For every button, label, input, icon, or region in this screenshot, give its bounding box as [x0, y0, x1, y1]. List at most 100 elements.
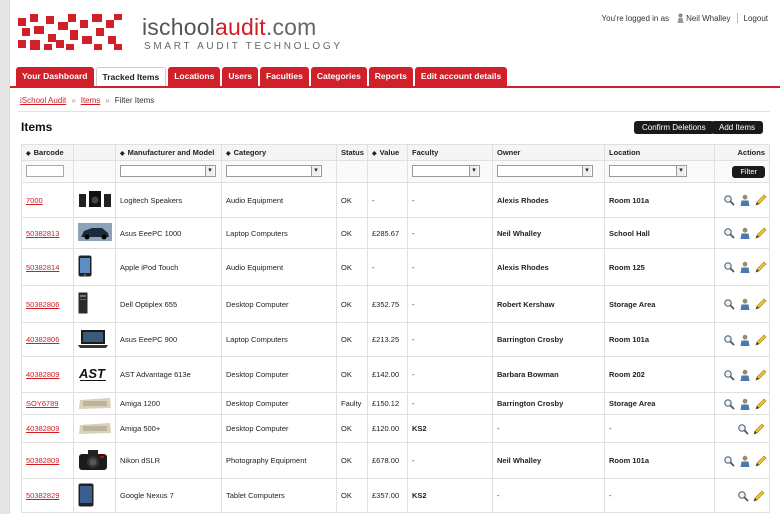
barcode-cell: 40382806: [21, 322, 74, 357]
barcode-link[interactable]: 50382806: [26, 300, 59, 309]
view-icon[interactable]: [723, 455, 735, 467]
owner-filter-select[interactable]: [497, 164, 593, 177]
barcode-link[interactable]: 50382809: [26, 456, 59, 465]
faculty-filter-select[interactable]: [412, 164, 480, 177]
logout-link[interactable]: Logout: [744, 14, 768, 23]
view-icon[interactable]: [737, 423, 749, 435]
view-icon[interactable]: [737, 490, 749, 502]
col-location-header: Location: [604, 144, 715, 161]
view-icon[interactable]: [723, 261, 735, 273]
barcode-filter-input[interactable]: [26, 164, 64, 177]
manufacturer-filter-select[interactable]: [120, 164, 216, 177]
tab-your-dashboard[interactable]: Your Dashboard: [16, 67, 94, 86]
col-manufacturer-header[interactable]: ◆ Manufacturer and Model: [115, 144, 222, 161]
actions-cell: [714, 285, 770, 323]
status-cell: OK: [336, 414, 368, 443]
tab-categories[interactable]: Categories: [310, 67, 367, 86]
edit-icon[interactable]: [753, 423, 765, 435]
filter-cell: [407, 160, 493, 183]
thumbnail-cell: [73, 392, 116, 415]
table-row: 50382806 Dell Optiplex 655 Desktop Compute…: [21, 285, 770, 323]
user-icon: [677, 13, 684, 23]
tab-tracked-items[interactable]: Tracked Items: [95, 67, 167, 87]
thumbnail-cell: [73, 442, 116, 479]
assign-user-icon[interactable]: [739, 194, 751, 206]
barcode-link[interactable]: 40382809: [26, 424, 59, 433]
assign-user-icon[interactable]: [739, 261, 751, 273]
edit-icon[interactable]: [755, 261, 767, 273]
tab-reports[interactable]: Reports: [368, 67, 413, 86]
category-cell: Audio Equipment: [221, 248, 337, 286]
tab-faculties[interactable]: Faculties: [260, 67, 309, 86]
location-filter-select[interactable]: [609, 164, 687, 177]
faculty-cell: -: [407, 285, 493, 323]
view-icon[interactable]: [723, 398, 735, 410]
item-thumbnail: [78, 449, 108, 473]
barcode-link[interactable]: 50382829: [26, 491, 59, 500]
assign-user-icon[interactable]: [739, 298, 751, 310]
assign-user-icon[interactable]: [739, 369, 751, 381]
barcode-link[interactable]: 50382814: [26, 263, 59, 272]
barcode-link[interactable]: 7000: [26, 196, 43, 205]
add-items-button[interactable]: Add Items: [711, 121, 764, 134]
brand-domain: .com: [265, 14, 317, 40]
tab-locations[interactable]: Locations: [168, 67, 221, 86]
owner-cell: Alexis Rhodes: [492, 182, 605, 218]
view-icon[interactable]: [723, 298, 735, 310]
breadcrumb-items-link[interactable]: Items: [81, 96, 101, 105]
edit-icon[interactable]: [755, 227, 767, 239]
filter-cell: [367, 160, 408, 183]
barcode-cell: 50382814: [21, 248, 74, 286]
barcode-link[interactable]: 40382806: [26, 335, 59, 344]
edit-icon[interactable]: [755, 369, 767, 381]
edit-icon[interactable]: [755, 194, 767, 206]
logo-icon: [18, 14, 122, 50]
item-thumbnail: AST: [78, 366, 108, 385]
actions-cell: [714, 478, 770, 513]
col-faculty-header: Faculty: [407, 144, 493, 161]
edit-icon[interactable]: [753, 490, 765, 502]
barcode-link[interactable]: 50382813: [26, 229, 59, 238]
col-value-header[interactable]: ◆ Value: [367, 144, 408, 161]
edit-icon[interactable]: [755, 398, 767, 410]
col-thumbnail-header: [73, 144, 116, 161]
barcode-link[interactable]: 40382809: [26, 370, 59, 379]
assign-user-icon[interactable]: [739, 227, 751, 239]
location-cell: Room 101a: [604, 442, 715, 479]
filter-button[interactable]: Filter: [732, 165, 765, 178]
item-thumbnail: [78, 422, 112, 437]
edit-icon[interactable]: [755, 455, 767, 467]
view-icon[interactable]: [723, 369, 735, 381]
view-icon[interactable]: [723, 227, 735, 239]
tab-edit-account-details[interactable]: Edit account details: [414, 67, 508, 86]
col-barcode-header[interactable]: ◆ Barcode: [21, 144, 74, 161]
sort-icon: ◆: [26, 151, 31, 157]
table-row: 50382814 Apple iPod Touch Audio Equipment O…: [21, 248, 770, 286]
value-cell: £285.67: [367, 217, 408, 249]
col-category-header[interactable]: ◆ Category: [221, 144, 337, 161]
barcode-cell: 50382813: [21, 217, 74, 249]
value-cell: £150.12: [367, 392, 408, 415]
barcode-link[interactable]: SOY6789: [26, 399, 59, 408]
edit-icon[interactable]: [755, 334, 767, 346]
edit-icon[interactable]: [755, 298, 767, 310]
page: ischoolaudit.com SMART AUDIT TECHNOLOGY …: [9, 0, 780, 514]
page-title: Items: [21, 120, 53, 134]
category-filter-select[interactable]: [226, 164, 322, 177]
thumbnail-cell: [73, 248, 116, 286]
sort-icon: ◆: [372, 151, 377, 157]
assign-user-icon[interactable]: [739, 334, 751, 346]
assign-user-icon[interactable]: [739, 455, 751, 467]
assign-user-icon[interactable]: [739, 398, 751, 410]
location-cell: Room 125: [604, 248, 715, 286]
view-icon[interactable]: [723, 194, 735, 206]
tab-users[interactable]: Users: [222, 67, 258, 86]
faculty-cell: -: [407, 322, 493, 357]
model-cell: Dell Optiplex 655: [115, 285, 222, 323]
filter-cell: [73, 160, 116, 183]
filter-cell: [336, 160, 368, 183]
user-name-link[interactable]: Neil Whalley: [686, 14, 730, 23]
view-icon[interactable]: [723, 334, 735, 346]
breadcrumb-home-link[interactable]: iSchool Audit: [20, 96, 66, 105]
confirm-deletions-button[interactable]: Confirm Deletions: [634, 121, 714, 134]
